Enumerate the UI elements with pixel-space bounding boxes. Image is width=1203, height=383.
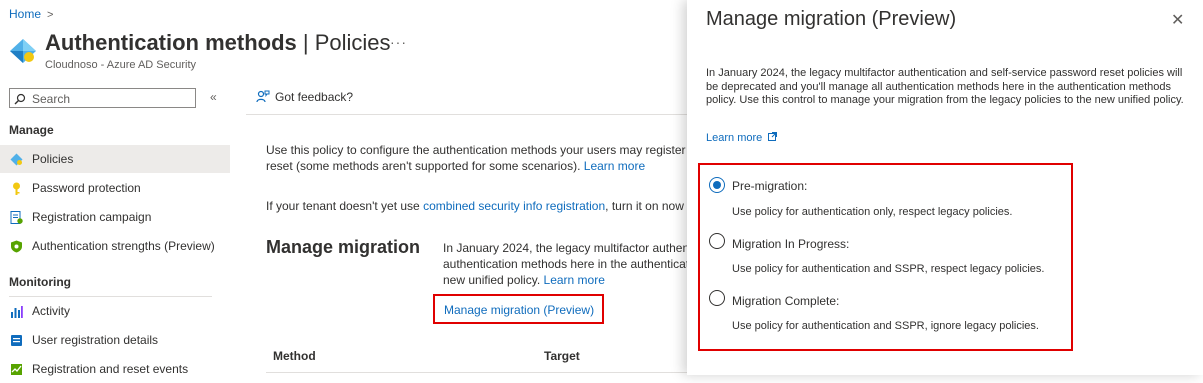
manage-migration-link[interactable]: Manage migration (Preview): [444, 303, 594, 317]
intro-line-1: Use this policy to configure the authent…: [266, 143, 703, 157]
diamond-icon: [10, 153, 23, 166]
feedback-label: Got feedback?: [275, 90, 354, 104]
sidebar-item-policies[interactable]: Policies: [0, 145, 230, 173]
table-header-divider: [266, 372, 687, 373]
page-title: Authentication methods | Policies: [45, 30, 391, 56]
user-details-icon: [11, 335, 22, 346]
migration-complete-label: Migration Complete:: [732, 294, 840, 308]
events-icon: [11, 364, 22, 375]
sidebar-item-label: Registration campaign: [32, 210, 152, 224]
table-header-target[interactable]: Target: [544, 349, 580, 363]
migration-in-progress-radio[interactable]: [709, 233, 725, 249]
migration-line-3: new unified policy.: [443, 273, 541, 287]
shield-icon: [11, 240, 22, 253]
sidebar-item-label: User registration details: [32, 333, 159, 347]
search-icon: [14, 93, 26, 105]
migration-line-1: In January 2024, the legacy multifactor …: [443, 241, 696, 255]
page-title-separator: |: [296, 30, 315, 55]
pre-migration-label: Pre-migration:: [732, 179, 808, 193]
migration-text: In January 2024, the legacy multifactor …: [443, 240, 695, 288]
table-header-method[interactable]: Method: [273, 349, 316, 363]
more-options-button[interactable]: ···: [390, 34, 407, 50]
sidebar-item-user-registration-details[interactable]: User registration details: [0, 326, 230, 354]
external-link-icon: [768, 132, 778, 141]
bar-chart-icon: [11, 306, 23, 318]
migration-line-2: authentication methods here in the authe…: [443, 257, 690, 271]
intro-learn-more-link[interactable]: Learn more: [584, 159, 645, 173]
collapse-sidebar-button[interactable]: «: [210, 90, 217, 104]
document-icon: [10, 211, 23, 224]
manage-section-heading: Manage: [9, 123, 54, 137]
search-input[interactable]: Search: [9, 88, 196, 108]
chevron-right-icon: >: [47, 9, 54, 21]
breadcrumb-home-link[interactable]: Home: [9, 7, 41, 21]
key-icon: [13, 182, 20, 195]
page-title-section: Policies: [314, 30, 391, 55]
sidebar-item-registration-campaign[interactable]: Registration campaign: [0, 203, 230, 231]
sidebar-item-activity[interactable]: Activity: [0, 297, 230, 325]
close-icon[interactable]: ✕: [1171, 10, 1184, 30]
migration-learn-more-link[interactable]: Learn more: [544, 273, 605, 287]
migration-complete-radio[interactable]: [709, 290, 725, 306]
panel-learn-more[interactable]: Learn more: [706, 132, 778, 144]
migration-in-progress-label: Migration In Progress:: [732, 237, 850, 251]
migration-in-progress-description: Use policy for authentication and SSPR, …: [732, 263, 1045, 275]
panel-title: Manage migration (Preview): [706, 8, 957, 30]
tenant-text-prefix: If your tenant doesn't yet use: [266, 199, 424, 213]
sidebar-item-label: Activity: [32, 304, 71, 318]
sidebar-item-password-protection[interactable]: Password protection: [0, 174, 230, 202]
panel-description: In January 2024, the legacy multifactor …: [706, 67, 1184, 107]
intro-text: Use this policy to configure the authent…: [266, 142, 702, 174]
migration-complete-description: Use policy for authentication and SSPR, …: [732, 320, 1039, 332]
sidebar-item-label: Authentication strengths (Preview): [32, 239, 215, 253]
search-placeholder: Search: [32, 92, 71, 106]
pre-migration-radio[interactable]: [709, 177, 725, 193]
sidebar-item-label: Policies: [32, 152, 74, 166]
pre-migration-description: Use policy for authentication only, resp…: [732, 206, 1013, 218]
feedback-icon: [256, 90, 270, 103]
monitoring-section-heading: Monitoring: [9, 275, 71, 289]
intro-line-2: reset (some methods aren't supported for…: [266, 159, 581, 173]
sidebar-item-label: Registration and reset events: [32, 362, 189, 376]
page-subtitle: Cloudnoso - Azure AD Security: [45, 59, 197, 71]
combined-registration-link[interactable]: combined security info registration: [423, 199, 605, 213]
got-feedback-button[interactable]: Got feedback?: [256, 90, 353, 104]
breadcrumb: Home >: [9, 7, 53, 21]
sidebar-item-label: Password protection: [32, 181, 141, 195]
panel-learn-more-link[interactable]: Learn more: [706, 132, 762, 144]
manage-migration-heading: Manage migration: [266, 237, 421, 257]
toolbar-divider: [246, 114, 687, 115]
sidebar-item-authentication-strengths[interactable]: Authentication strengths (Preview): [0, 232, 230, 260]
page-title-main: Authentication methods: [45, 30, 297, 55]
sidebar-item-registration-reset-events[interactable]: Registration and reset events: [0, 355, 230, 383]
authentication-methods-icon: [9, 38, 37, 69]
tenant-text: If your tenant doesn't yet use combined …: [266, 198, 694, 214]
tenant-text-suffix: , turn it on now –: [605, 199, 694, 213]
